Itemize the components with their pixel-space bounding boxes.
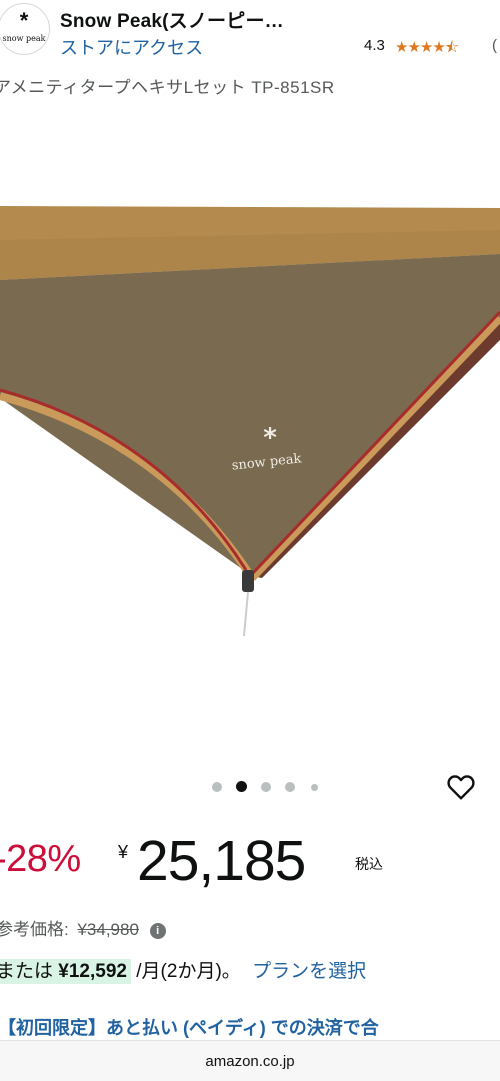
- visit-store-link[interactable]: ストアにアクセス: [60, 34, 203, 60]
- tarp-guy-line: [243, 591, 249, 637]
- reference-price-label: 参考価格:: [0, 920, 69, 939]
- carousel-dot[interactable]: [311, 784, 318, 791]
- store-logo[interactable]: * snow peak: [0, 3, 50, 55]
- product-image[interactable]: * snow peak: [0, 200, 500, 640]
- installment-highlight: または ¥12,592: [0, 959, 131, 984]
- rating-count-paren: (: [492, 37, 497, 54]
- carousel-dot-active[interactable]: [236, 781, 247, 792]
- installment-prefix: または: [0, 961, 54, 982]
- rating-stars[interactable]: ★★★★⯪: [395, 37, 459, 62]
- product-title: アメニティタープヘキサLセット TP-851SR: [0, 78, 335, 97]
- tarp-corner-clip: [242, 570, 254, 592]
- star-icon: ★: [432, 39, 445, 56]
- star-icon: ★: [395, 39, 408, 56]
- store-name[interactable]: Snow Peak(スノーピー…: [60, 6, 340, 33]
- star-icon: ★: [407, 39, 420, 56]
- tarp-logo-asterisk: *: [263, 423, 277, 453]
- select-plan-link[interactable]: プランを選択: [252, 961, 366, 982]
- discount-percent: -28%: [0, 838, 81, 880]
- installment-row: または ¥12,592 /月(2か月)。 プランを選択: [0, 956, 366, 984]
- price-value: 25,185: [137, 829, 306, 893]
- store-header: * snow peak Snow Peak(スノーピー… ストアにアクセス 4.…: [0, 0, 500, 64]
- half-star-icon: ⯪: [444, 39, 459, 56]
- rating-value[interactable]: 4.3: [364, 37, 392, 54]
- logo-wordmark: snow peak: [2, 34, 46, 43]
- logo-asterisk: *: [19, 8, 29, 33]
- reference-price-value: ¥34,980: [77, 920, 139, 939]
- star-icon: ★: [419, 39, 433, 56]
- heart-outline-icon[interactable]: [445, 771, 477, 803]
- browser-address-bar[interactable]: amazon.co.jp: [0, 1040, 500, 1081]
- tax-label: 税込: [355, 856, 383, 872]
- installment-amount: ¥12,592: [58, 961, 127, 982]
- reference-price-row: 参考価格: ¥34,980 i: [0, 915, 166, 940]
- carousel-dot[interactable]: [212, 782, 222, 792]
- currency-symbol: ¥: [118, 842, 129, 862]
- carousel-dot[interactable]: [285, 782, 295, 792]
- paidy-promo-link[interactable]: 【初回限定】あと払い (ペイディ) での決済で合: [0, 1014, 379, 1040]
- carousel-dot[interactable]: [261, 782, 271, 792]
- installment-suffix: /月(2か月)。: [136, 961, 241, 982]
- page-domain: amazon.co.jp: [205, 1053, 295, 1070]
- info-circle-icon[interactable]: i: [149, 923, 166, 939]
